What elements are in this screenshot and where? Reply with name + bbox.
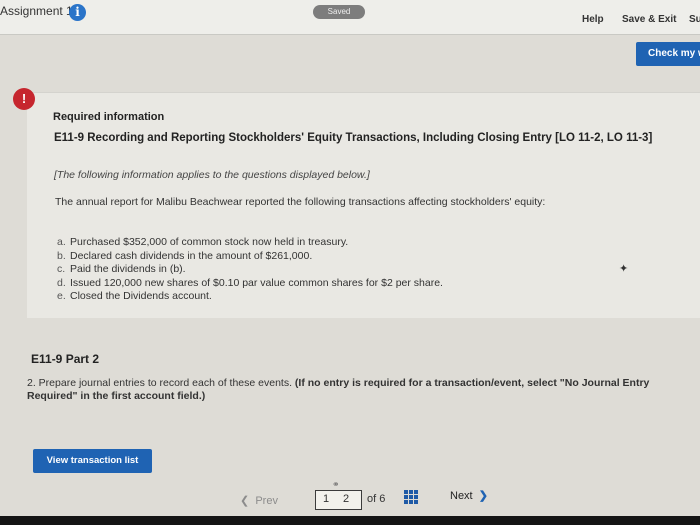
header-divider [0, 34, 700, 35]
instruction-text: 2. Prepare journal entries to record eac… [27, 377, 650, 402]
exercise-heading: E11-9 Recording and Reporting Stockholde… [54, 132, 653, 144]
list-item: e. Closed the Dividends account. [57, 290, 212, 302]
intro-text: The annual report for Malibu Beachwear r… [55, 196, 546, 208]
page-total: of 6 [367, 493, 386, 505]
bottom-bar [0, 516, 700, 525]
grid-view-icon[interactable] [404, 490, 418, 504]
info-note: [The following information applies to th… [54, 169, 370, 181]
assignment-title: Assignment 1 [0, 4, 73, 18]
mouse-cursor-icon: ✦ [619, 263, 629, 275]
next-button[interactable]: Next ❯ [450, 489, 488, 502]
chevron-right-icon: ❯ [472, 490, 488, 502]
page-1-link[interactable]: 1 [323, 493, 329, 505]
list-item: a. Purchased $352,000 of common stock now… [57, 236, 349, 248]
alert-icon: ! [13, 88, 35, 110]
submit-button[interactable]: Su [689, 14, 700, 25]
required-information-label: Required information [53, 111, 165, 123]
list-item: b. Declared cash dividends in the amount … [57, 249, 313, 262]
info-icon[interactable]: i [69, 4, 86, 21]
help-button[interactable]: Help [582, 14, 604, 25]
list-item: d. Issued 120,000 new shares of $0.10 par… [57, 276, 443, 289]
prev-button[interactable]: ❮ Prev [240, 494, 278, 507]
transaction-list: a. Purchased $352,000 of common stock now… [57, 236, 443, 304]
link-icon: ⚭ [332, 479, 340, 489]
page-2-link[interactable]: 2 [343, 493, 349, 505]
check-my-work-button[interactable]: Check my w [636, 42, 700, 66]
chevron-left-icon: ❮ [240, 495, 256, 507]
list-item: c. Paid the dividends in (b). [57, 263, 186, 275]
view-transaction-list-button[interactable]: View transaction list [33, 449, 152, 473]
saved-status-badge: Saved [313, 5, 365, 19]
save-exit-button[interactable]: Save & Exit [622, 14, 676, 25]
part-title: E11-9 Part 2 [31, 352, 100, 366]
